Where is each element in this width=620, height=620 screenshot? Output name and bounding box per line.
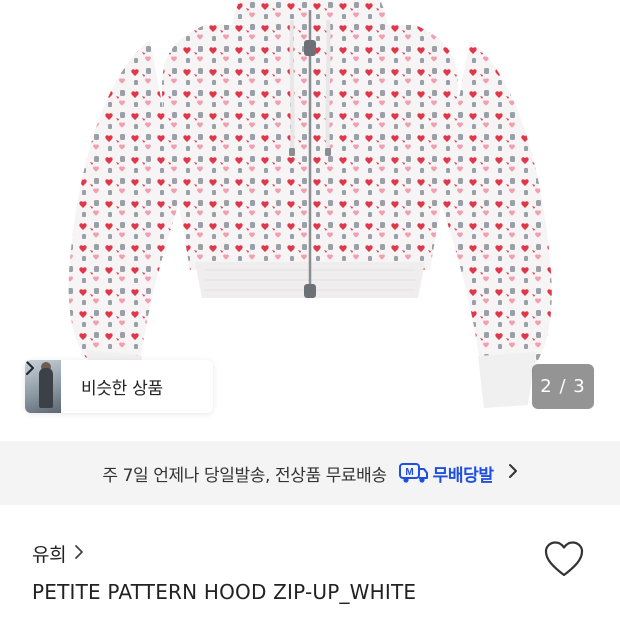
shipping-banner[interactable]: 주 7일 언제나 당일발송, 전상품 무료배송 M 무배당발 xyxy=(0,441,620,505)
m-delivery-truck-icon: M xyxy=(398,462,429,484)
brand-link[interactable]: 유희 xyxy=(32,540,84,567)
similar-products-button[interactable]: 비슷한 상품 xyxy=(25,360,213,413)
heart-outline-icon xyxy=(542,540,586,582)
image-page-counter: 2 / 3 xyxy=(532,364,594,409)
free-delivery-logo: M 무배당발 xyxy=(398,461,494,486)
like-button[interactable] xyxy=(542,538,586,582)
shipping-banner-text: 주 7일 언제나 당일발송, 전상품 무료배송 xyxy=(102,465,387,486)
product-title: PETITE PATTERN HOOD ZIP-UP_WHITE xyxy=(32,580,417,604)
brand-name: 유희 xyxy=(32,544,67,566)
chevron-right-icon xyxy=(508,463,518,483)
similar-products-label: 비슷한 상품 xyxy=(81,379,163,399)
svg-text:M: M xyxy=(405,467,413,478)
product-image-area[interactable]: 비슷한 상품 2 / 3 xyxy=(0,0,620,437)
free-delivery-brand: 무배당발 xyxy=(432,465,494,486)
chevron-right-icon xyxy=(74,544,84,564)
image-counter-text: 2 / 3 xyxy=(540,376,586,397)
